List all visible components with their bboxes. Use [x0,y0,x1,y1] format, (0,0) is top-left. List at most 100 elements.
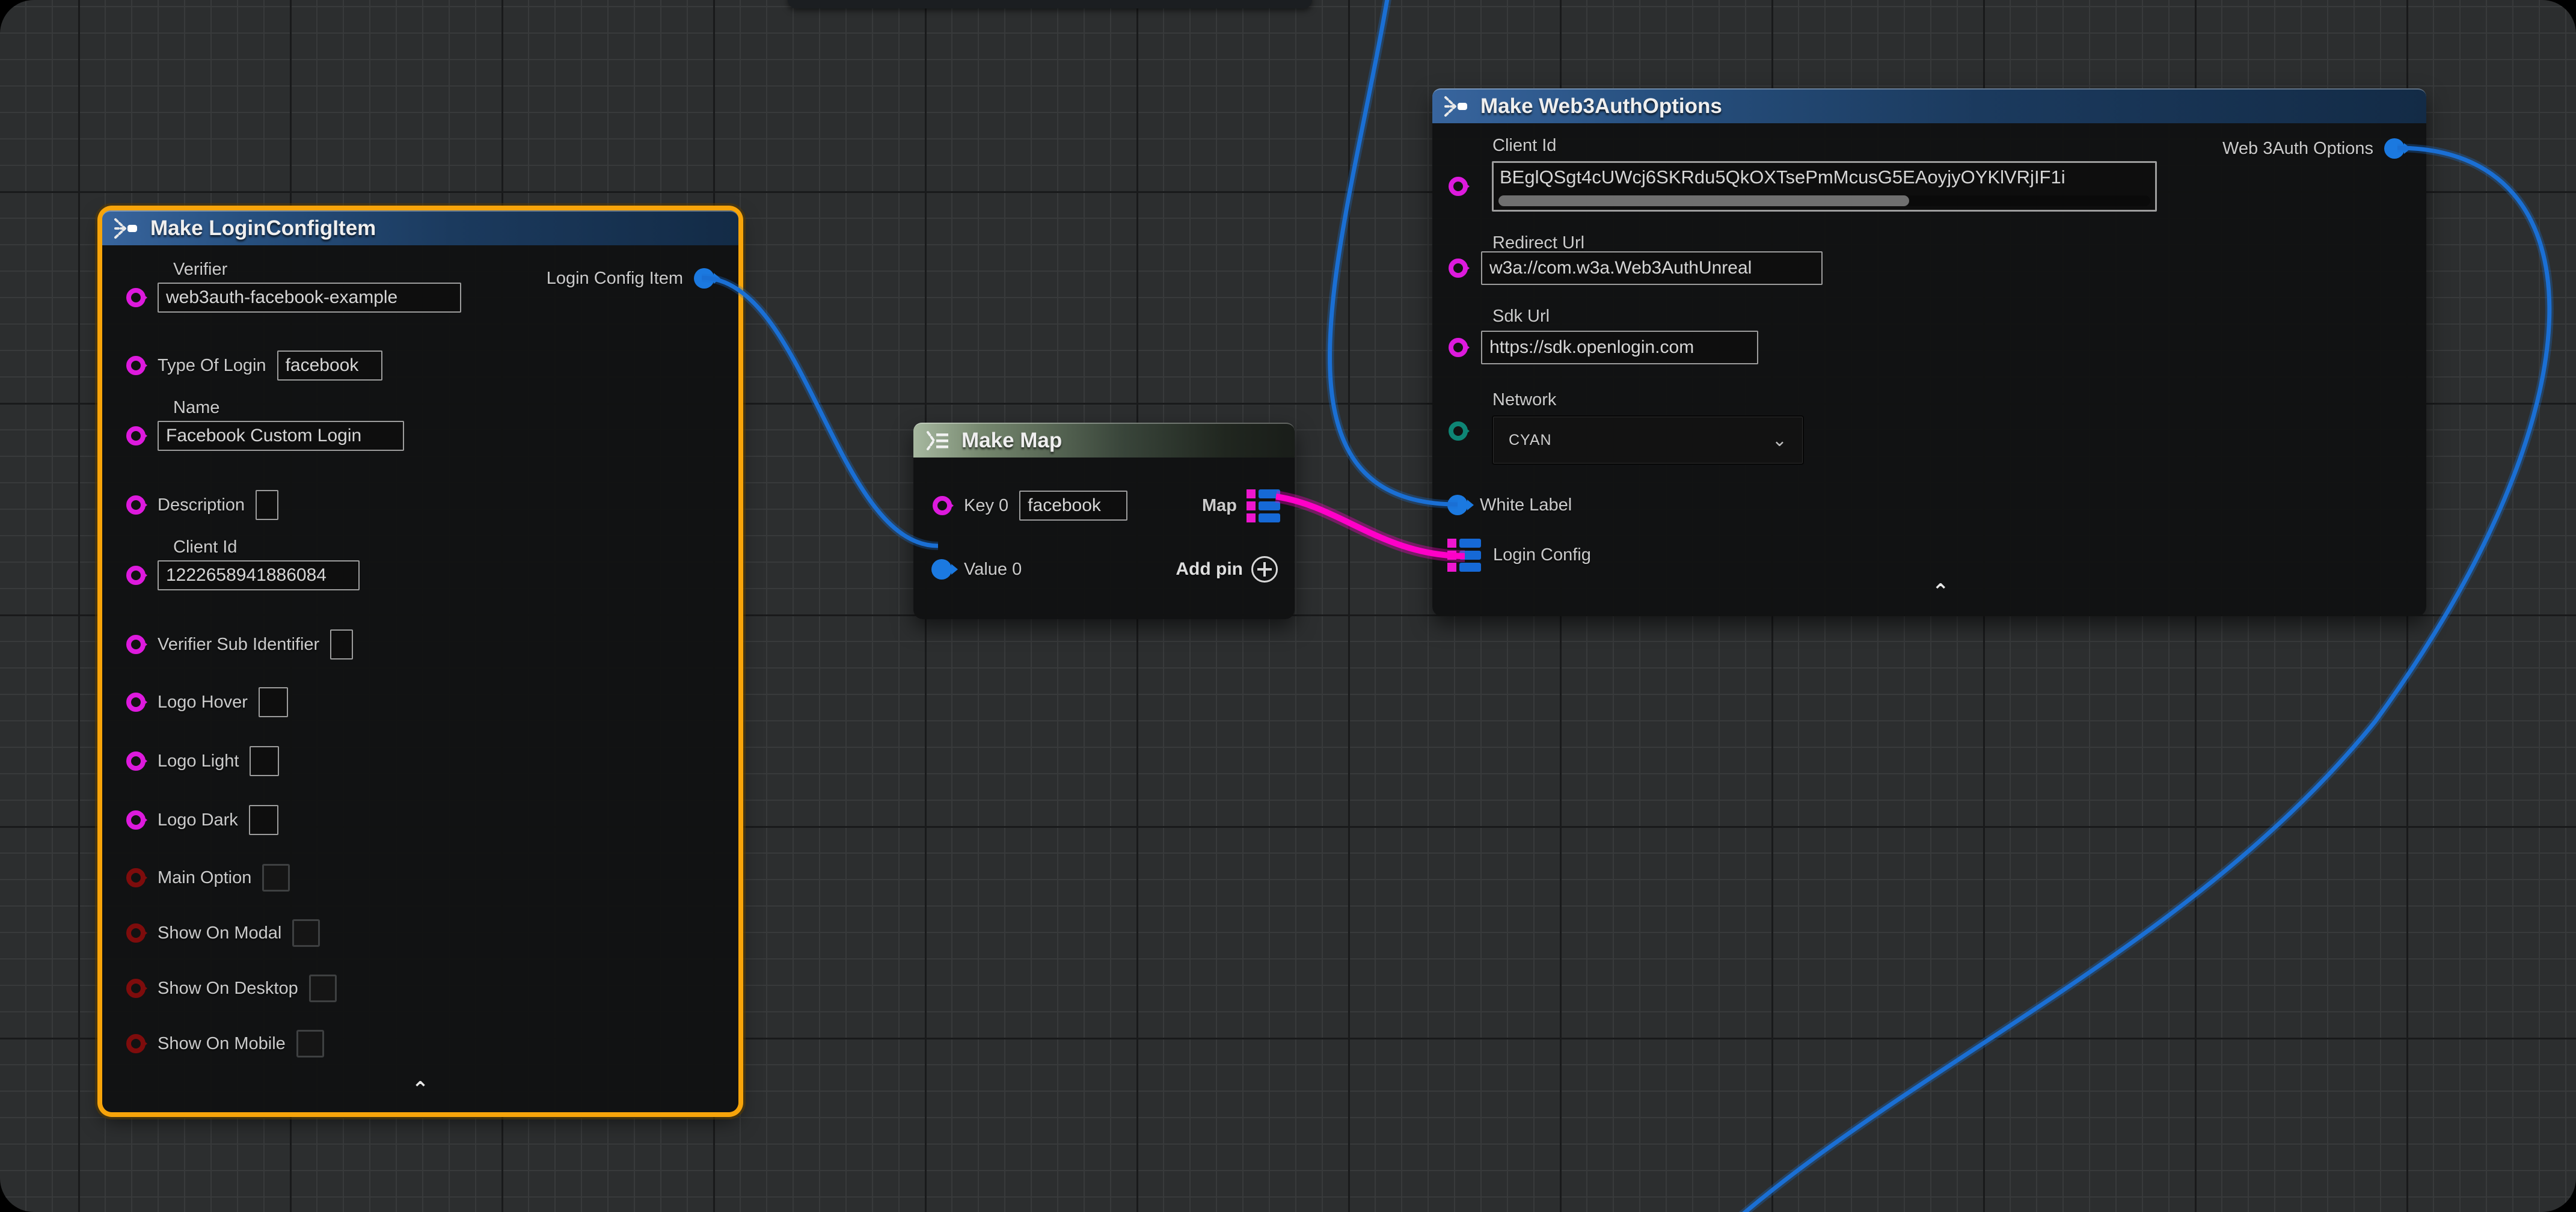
verifier-input[interactable] [158,283,461,313]
string-input-pin[interactable] [1449,177,1468,196]
add-pin-icon [1251,556,1278,583]
logo-hover-input[interactable] [259,687,288,717]
network-dropdown[interactable]: CYAN ⌄ [1492,415,1804,465]
string-input-pin[interactable] [933,496,952,515]
node-make-web3authoptions[interactable]: Make Web3AuthOptions Web 3Auth Options C… [1432,88,2426,616]
pin-row-logo-light: Logo Light [102,744,279,779]
struct-input-pin[interactable] [1447,495,1468,515]
chevron-up-icon[interactable]: ⌃ [1932,586,1949,598]
field-label-verifier: Verifier [173,260,227,280]
pin-row-map-out: Map [1202,488,1280,523]
chevron-up-icon[interactable]: ⌃ [412,1083,429,1095]
pin-row-login-config-item-out: Login Config Item [547,261,714,296]
node-title: Make LoginConfigItem [150,216,376,240]
string-input-pin[interactable] [126,751,146,771]
pin-label: Login Config [1493,545,1591,565]
add-pin-button[interactable]: Add pin [1176,552,1278,587]
name-input[interactable] [158,421,404,451]
pin-label: Key 0 [964,496,1008,516]
show-on-modal-checkbox[interactable] [292,919,320,947]
make-map-icon [924,429,952,453]
pin-row-web3auth-options-out: Web 3Auth Options [2222,131,2405,166]
node-header[interactable]: Make Map [913,423,1295,458]
node-header[interactable]: Make Web3AuthOptions [1432,88,2426,123]
field-label-sdk-url: Sdk Url [1492,307,1550,326]
pin-row-description: Description [102,488,278,522]
pin-label: Show On Modal [158,923,281,943]
map-input-pin[interactable] [1447,539,1481,572]
pin-row-login-config: Login Config [1432,537,1591,572]
pin-row-value0: Value 0 [913,552,1022,587]
type-of-login-input[interactable] [277,350,382,381]
map-output-pin[interactable] [1247,489,1280,522]
client-id-input[interactable] [158,560,360,590]
main-option-checkbox[interactable] [262,864,290,892]
node-title: Make Map [961,429,1062,453]
node-make-loginconfigitem[interactable]: Make LoginConfigItem Login Config Item V… [102,210,738,1112]
string-input-pin[interactable] [126,288,146,307]
pin-row-verifier-sub-identifier: Verifier Sub Identifier [102,627,353,662]
string-input-pin[interactable] [126,810,146,830]
bool-input-pin[interactable] [126,923,146,943]
struct-output-pin[interactable] [694,268,714,289]
pin-row-client-id [102,558,360,593]
struct-input-pin[interactable] [931,559,952,580]
pin-label: Web 3Auth Options [2222,139,2373,159]
pin-row-show-on-modal: Show On Modal [102,916,320,950]
struct-output-pin[interactable] [2384,138,2405,159]
string-input-pin[interactable] [126,426,146,445]
bool-input-pin[interactable] [126,979,146,998]
field-label-client-id: Client Id [173,537,237,557]
sdk-url-input[interactable] [1481,331,1758,364]
key0-input[interactable] [1019,491,1127,521]
bool-input-pin[interactable] [126,868,146,887]
pin-row-main-option: Main Option [102,860,290,895]
pin-label: Logo Hover [158,693,248,712]
redirect-url-input[interactable] [1481,251,1823,285]
node-header[interactable]: Make LoginConfigItem [102,210,738,245]
string-input-pin[interactable] [126,356,146,375]
pin-label: Logo Light [158,751,239,771]
string-input-pin[interactable] [126,693,146,712]
bool-input-pin[interactable] [126,1034,146,1053]
string-input-pin[interactable] [1449,338,1468,357]
node-make-map[interactable]: Make Map Key 0 Map Value 0 [913,423,1295,619]
pin-row-logo-dark: Logo Dark [102,803,278,837]
pin-row-show-on-desktop: Show On Desktop [102,971,337,1006]
pin-label: Main Option [158,868,251,888]
pin-row-show-on-mobile: Show On Mobile [102,1026,324,1061]
pin-label: Map [1202,496,1237,516]
client-id-input[interactable]: BEglQSgt4cUWcj6SKRdu5QkOXTsePmMcusG5EAoy… [1492,161,2157,212]
offscreen-node-edge [788,0,1312,8]
show-on-mobile-checkbox[interactable] [296,1030,324,1057]
node-title: Make Web3AuthOptions [1480,94,1722,118]
pin-label: White Label [1480,495,1572,515]
blueprint-editor: Make LoginConfigItem Login Config Item V… [0,0,2576,1212]
add-pin-label: Add pin [1176,559,1243,580]
pin-label: Type Of Login [158,356,266,376]
make-struct-icon [1443,94,1471,118]
logo-dark-input[interactable] [249,805,278,835]
logo-light-input[interactable] [250,746,279,776]
pin-row-client-id [1432,169,1468,204]
make-struct-icon [113,216,141,240]
enum-input-pin[interactable] [1449,421,1468,441]
scrollbar-thumb[interactable] [1498,195,1909,206]
network-selected-value: CYAN [1509,432,1552,449]
string-input-pin[interactable] [126,495,146,515]
pin-label: Value 0 [964,560,1022,580]
pin-label: Show On Mobile [158,1034,286,1054]
pin-row-sdk-url [1432,330,1758,365]
pin-label: Show On Desktop [158,979,298,999]
pin-row-network [1432,414,1468,448]
string-input-pin[interactable] [126,566,146,585]
verifier-sub-identifier-input[interactable] [330,629,353,660]
description-input[interactable] [256,490,278,520]
show-on-desktop-checkbox[interactable] [309,975,337,1002]
horizontal-scrollbar[interactable] [1498,195,2150,206]
graph-canvas[interactable]: Make LoginConfigItem Login Config Item V… [0,0,2576,1212]
string-input-pin[interactable] [126,635,146,654]
string-input-pin[interactable] [1449,259,1468,278]
pin-row-type-of-login: Type Of Login [102,348,382,383]
field-label-name: Name [173,398,219,418]
